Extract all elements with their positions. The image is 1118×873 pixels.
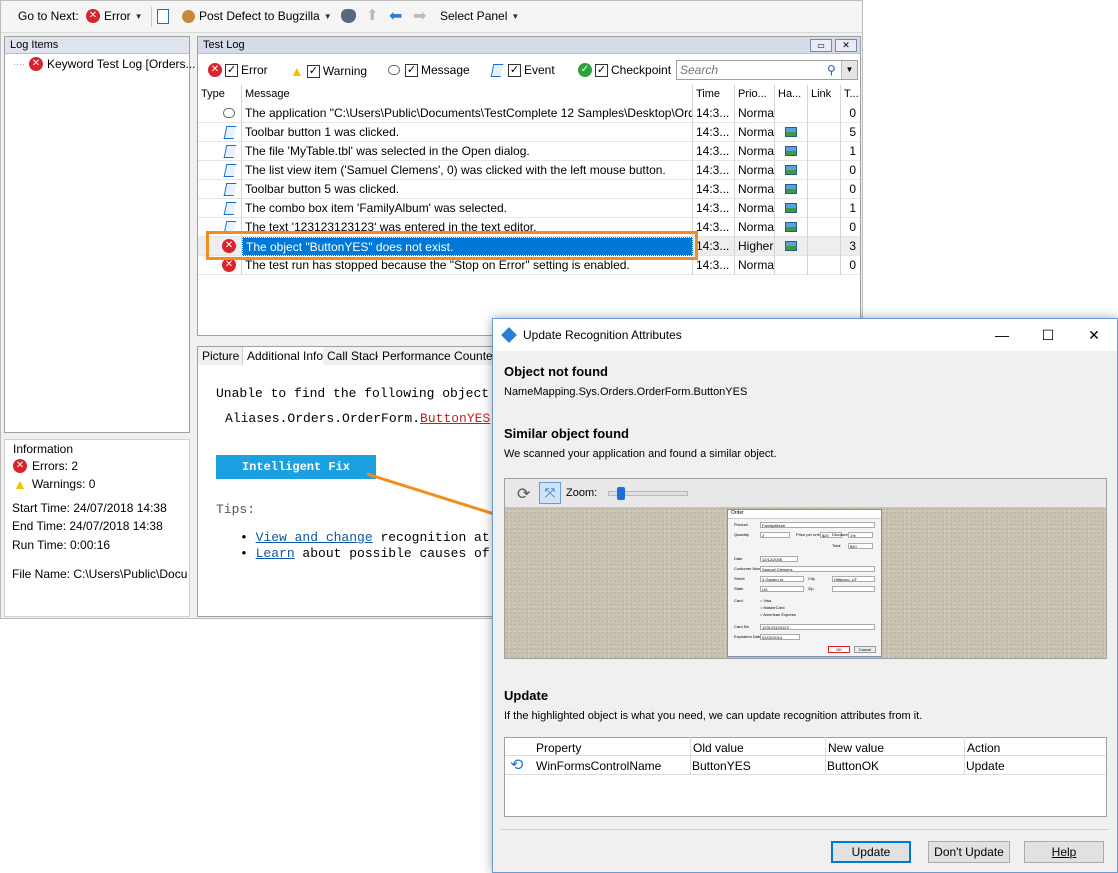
preview-label: Expiration Date <box>734 634 762 639</box>
preview-field: US <box>760 586 804 592</box>
update-text: If the highlighted object is what you ne… <box>504 710 923 722</box>
preview-label: City <box>808 576 815 581</box>
attributes-header: Property Old value New value Action <box>505 737 1106 756</box>
fit-to-window-icon[interactable]: ⤧ <box>539 482 561 504</box>
preview-ok-button: OK <box>828 646 850 653</box>
preview-label: Product <box>734 522 748 527</box>
footer-divider <box>501 829 1109 830</box>
col-property: Property <box>536 741 582 755</box>
preview-label: Total <box>832 543 841 548</box>
zoom-label: Zoom: <box>566 487 598 499</box>
zoom-slider-thumb[interactable] <box>617 487 625 500</box>
attributes-table: Property Old value New value Action ⟲ Wi… <box>504 737 1107 817</box>
refresh-preview-icon[interactable]: ⟳ <box>517 484 530 504</box>
row-action: Update <box>966 759 1005 773</box>
similar-text: We scanned your application and found a … <box>504 448 777 460</box>
preview-label: Price per unit <box>796 532 820 537</box>
update-recognition-dialog: Update Recognition Attributes — ☐ ✕ Obje… <box>492 318 1118 873</box>
screenshot-background: Order Product FamilyAlbum Quantity 2 Price p… <box>505 507 1106 658</box>
preview-field: 02/02/2014 <box>760 634 800 640</box>
similar-heading: Similar object found <box>504 426 629 441</box>
preview-label: Card No <box>734 624 749 629</box>
preview-label: ○ American Express <box>760 612 796 617</box>
sync-icon: ⟲ <box>510 757 524 774</box>
help-button[interactable]: Help <box>1024 841 1104 863</box>
column-divider <box>690 756 691 775</box>
preview-field: 2 <box>760 532 790 538</box>
preview-field: Hillsboro, UT <box>832 576 875 582</box>
update-heading: Update <box>504 688 549 703</box>
preview-label: Street <box>734 576 745 581</box>
minimize-button[interactable]: — <box>979 319 1025 351</box>
preview-cancel-button: Cancel <box>854 646 876 653</box>
not-found-heading: Object not found <box>504 364 608 379</box>
preview-field: 1% <box>848 532 873 538</box>
column-divider <box>825 756 826 775</box>
update-button[interactable]: Update <box>831 841 911 863</box>
object-preview: ⟳ ⤧ Zoom: Order Product FamilyAlbum Quanti… <box>504 478 1107 659</box>
close-button[interactable]: ✕ <box>1071 319 1117 351</box>
preview-form-fields: Product FamilyAlbum Quantity 2 Price per uni… <box>728 520 881 656</box>
preview-form-title: Order <box>728 510 881 519</box>
preview-field: 123123123123 <box>760 624 875 630</box>
preview-label: State <box>734 586 744 591</box>
column-divider <box>690 737 691 756</box>
col-old-value: Old value <box>693 741 744 755</box>
col-new-value: New value <box>828 741 885 755</box>
preview-field: 3 Garden st. <box>760 576 804 582</box>
column-divider <box>964 756 965 775</box>
preview-order-form: Order Product FamilyAlbum Quantity 2 Price p… <box>727 509 882 657</box>
column-divider <box>825 737 826 756</box>
col-action: Action <box>967 741 1001 755</box>
attribute-row[interactable]: ⟲ WinFormsControlName ButtonYES ButtonOK… <box>505 756 1106 775</box>
preview-label: Date <box>734 556 743 561</box>
dialog-titlebar: Update Recognition Attributes — ☐ ✕ <box>493 319 1117 351</box>
preview-label: ○ MasterCard <box>760 605 785 610</box>
dont-update-button[interactable]: Don't Update <box>928 841 1010 863</box>
preview-label: Card <box>734 598 743 603</box>
preview-label: Quantity <box>734 532 749 537</box>
preview-field: 12/12/2005 <box>760 556 798 562</box>
zoom-slider[interactable] <box>608 487 688 500</box>
row-property: WinFormsControlName <box>536 759 662 773</box>
preview-field <box>832 586 875 592</box>
preview-field: Samuel Clemens <box>760 566 875 572</box>
row-old-value: ButtonYES <box>692 759 751 773</box>
maximize-button[interactable]: ☐ <box>1025 319 1071 351</box>
preview-label: ○ Visa <box>760 598 772 603</box>
column-divider <box>964 737 965 756</box>
preview-label: Discount <box>832 532 848 537</box>
row-new-value: ButtonOK <box>827 759 880 773</box>
dialog-title: Update Recognition Attributes <box>523 328 682 342</box>
not-found-path: NameMapping.Sys.Orders.OrderForm.ButtonY… <box>504 386 748 398</box>
preview-label: Customer Name <box>734 566 764 571</box>
app-logo-icon <box>501 327 517 343</box>
preview-label: Zip <box>808 586 814 591</box>
preview-field: $40 <box>848 543 873 549</box>
preview-field: FamilyAlbum <box>760 522 875 528</box>
